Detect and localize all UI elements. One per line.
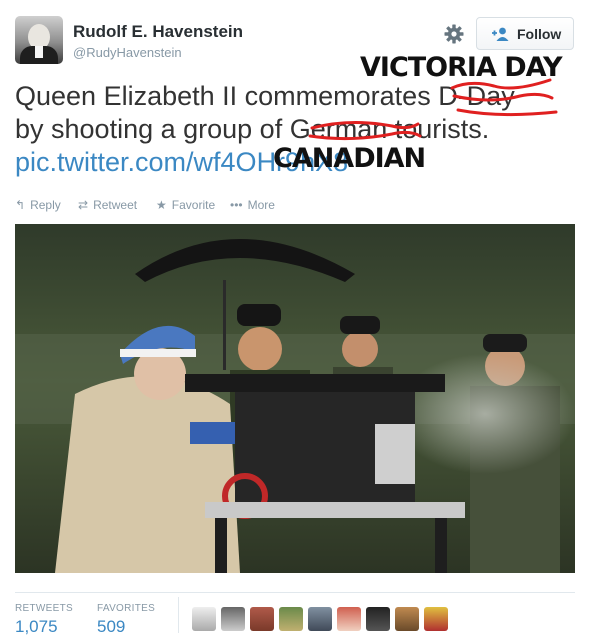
scribble-over-german: [308, 120, 422, 141]
reply-action[interactable]: ↰ Reply: [15, 198, 61, 212]
retweet-label: Retweet: [93, 198, 138, 212]
scribble-over-dday: [450, 78, 558, 117]
stats-top-divider: [15, 592, 575, 593]
overlay-victoria-day: VICTORIA DAY: [360, 52, 563, 83]
reply-label: Reply: [30, 198, 61, 212]
more-label: More: [247, 198, 275, 212]
favorite-action[interactable]: ★ Favorite: [156, 198, 215, 212]
favorite-label: Favorite: [171, 198, 216, 212]
favoriter-avatar[interactable]: [308, 607, 332, 631]
favoriter-avatar[interactable]: [279, 607, 303, 631]
retweets-label: RETWEETS: [15, 603, 73, 614]
retweets-count[interactable]: 1,075: [15, 617, 58, 637]
favoriter-avatar[interactable]: [366, 607, 390, 631]
favoriter-avatar[interactable]: [395, 607, 419, 631]
favorites-count[interactable]: 509: [97, 617, 125, 637]
more-dots-icon: •••: [230, 198, 243, 212]
more-action[interactable]: ••• More: [230, 198, 275, 212]
favoriter-avatar[interactable]: [424, 607, 448, 631]
reply-icon: ↰: [15, 198, 26, 212]
favoriter-avatar[interactable]: [337, 607, 361, 631]
favoriter-avatar[interactable]: [192, 607, 216, 631]
tweet-photo[interactable]: [15, 224, 575, 573]
stats-separator: [178, 597, 179, 633]
favoriter-avatar[interactable]: [250, 607, 274, 631]
retweet-icon: ⇄: [78, 198, 89, 212]
favoriter-avatar[interactable]: [221, 607, 245, 631]
retweet-action[interactable]: ⇄ Retweet: [78, 198, 137, 212]
star-icon: ★: [156, 198, 167, 212]
favorites-label: FAVORITES: [97, 603, 156, 614]
overlay-canadian: CANADIAN: [273, 143, 426, 174]
